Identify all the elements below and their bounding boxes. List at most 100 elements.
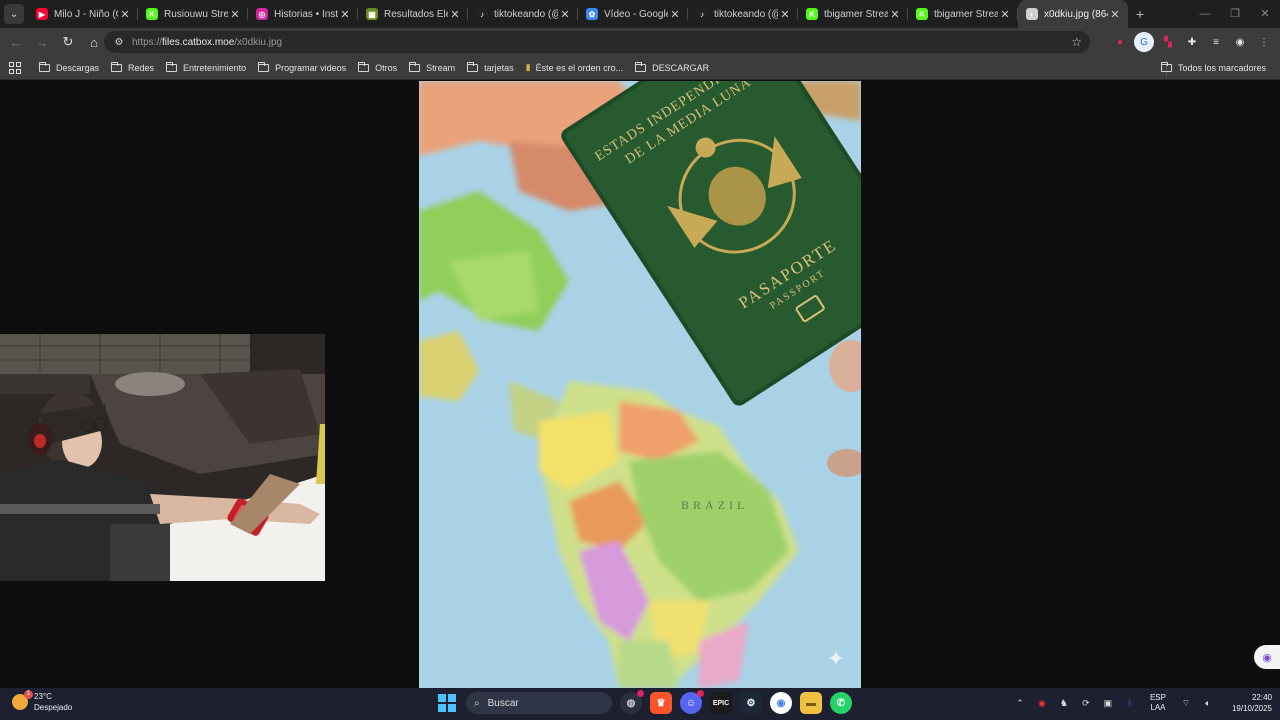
obs-icon[interactable]: ◍ xyxy=(620,690,644,714)
home-button[interactable]: ⌂ xyxy=(82,30,106,54)
tab-title: tbigamer Stream xyxy=(824,8,888,20)
minimize-button[interactable]: — xyxy=(1190,0,1220,28)
webcam-overlay xyxy=(0,334,325,581)
browser-tab[interactable]: ▶ Milo J - Niño (Offi✕ xyxy=(28,0,138,28)
tab-title: Vídeo - Google Fo xyxy=(604,8,668,20)
forward-button[interactable]: → xyxy=(30,30,54,54)
brave-icon[interactable]: ♛ xyxy=(650,692,672,714)
tab-close-icon[interactable]: ✕ xyxy=(118,8,132,21)
chrome-icon[interactable]: ◉ xyxy=(770,692,792,714)
search-icon: ⌕ xyxy=(474,697,480,709)
browser-tab[interactable]: ✿ Vídeo - Google Fo✕ xyxy=(578,0,688,28)
windows-start-icon[interactable] xyxy=(436,692,458,714)
tab-close-icon[interactable]: ✕ xyxy=(1108,8,1122,21)
tab-close-icon[interactable]: ✕ xyxy=(668,8,682,21)
profile-avatar-icon[interactable]: ◉ xyxy=(1230,32,1250,52)
tab-close-icon[interactable]: ✕ xyxy=(888,8,902,21)
arrow-left-icon: ← xyxy=(9,34,23,50)
weather-temperature: 23°C xyxy=(34,692,52,701)
address-bar[interactable]: ⚙ https://files.catbox.moe/x0dkiu.jpg ☆ xyxy=(104,31,1090,53)
browser-tab[interactable]: ♪ tiktokeando (@tik✕ xyxy=(468,0,578,28)
bookmark-label: Redes xyxy=(128,62,155,73)
url-text[interactable]: https://files.catbox.moe/x0dkiu.jpg xyxy=(132,37,282,48)
tab-close-icon[interactable]: ✕ xyxy=(338,8,352,21)
youtube-icon: ▶ xyxy=(36,8,48,20)
back-button[interactable]: ← xyxy=(4,30,28,54)
kick-icon: K xyxy=(916,8,928,20)
chevron-down-icon: ⌄ xyxy=(9,8,19,20)
tab-close-icon[interactable]: ✕ xyxy=(558,8,572,21)
browser-tab[interactable]: Ktbigamer Stream✕ xyxy=(908,0,1018,28)
bookmark-item[interactable]: DESCARGAR xyxy=(629,58,715,78)
tray-chat-icon[interactable]: ▣ xyxy=(1100,695,1116,711)
passport-map-image[interactable]: BRAZIL ESTADS INDEPENDIENTES DE LA MEDIA… xyxy=(419,81,861,688)
bookmark-label: DESCARGAR xyxy=(652,62,710,73)
close-window-button[interactable]: ✕ xyxy=(1250,0,1280,28)
bookmark-item[interactable]: Stream xyxy=(403,58,461,78)
taskbar-center: ⌕ Buscar ◍ ♛ ☺ EPIC ⚙ ◉ ▬ ✆ xyxy=(436,690,852,714)
browser-tab[interactable]: ▦ Resultados Eleccio✕ xyxy=(358,0,468,28)
extension-pixel-icon[interactable]: ▚ xyxy=(1158,32,1178,52)
tray-steam-icon[interactable]: ♞ xyxy=(1056,695,1072,711)
bookmark-item[interactable]: Descargas xyxy=(33,58,105,78)
reload-icon: ↻ xyxy=(62,34,74,49)
bookmark-star-icon[interactable]: ☆ xyxy=(1071,35,1082,49)
browser-tab[interactable]: ♪ tiktokeando (@tik✕ xyxy=(688,0,798,28)
tray-sync-icon[interactable]: ⟳ xyxy=(1078,695,1094,711)
apps-grid-icon[interactable] xyxy=(7,60,23,76)
new-tab-button[interactable]: + xyxy=(1128,6,1152,22)
language-code: ESP xyxy=(1149,693,1166,702)
tab-close-icon[interactable]: ✕ xyxy=(448,8,462,21)
language-indicator[interactable]: ESP LAA xyxy=(1150,693,1166,713)
tab-close-icon[interactable]: ✕ xyxy=(998,8,1012,21)
tray-bluetooth-icon[interactable]: ᛒ xyxy=(1122,695,1138,711)
side-panel-button[interactable]: ◉ xyxy=(1254,645,1280,669)
all-bookmarks-button[interactable]: Todos los marcadores xyxy=(1155,58,1272,78)
bookmark-item[interactable]: Entretenimiento xyxy=(160,58,252,78)
bookmark-item[interactable]: Redes xyxy=(105,58,160,78)
site-info-icon[interactable]: ⚙ xyxy=(108,37,130,48)
clock[interactable]: 22:40 19/10/2025 xyxy=(1232,692,1272,714)
weather-condition: Despejado xyxy=(34,703,73,712)
taskbar: 1 23°C Despejado ⌕ Buscar ◍ ♛ ☺ EPIC ⚙ ◉ … xyxy=(0,688,1280,720)
wifi-icon[interactable]: ⌔ xyxy=(1178,695,1194,711)
discord-icon[interactable]: ☺ xyxy=(680,690,704,714)
extensions-puzzle-icon[interactable]: ✚ xyxy=(1182,32,1202,52)
sun-icon: 1 xyxy=(12,690,33,710)
taskbar-search[interactable]: ⌕ Buscar xyxy=(466,692,612,714)
steam-icon[interactable]: ⚙ xyxy=(740,692,762,714)
bookmark-label: Entretenimiento xyxy=(183,62,247,73)
extension-red-icon[interactable]: ● xyxy=(1110,32,1130,52)
folder-icon xyxy=(39,61,50,72)
browser-tab[interactable]: Ktbigamer Stream✕ xyxy=(798,0,908,28)
whatsapp-icon[interactable]: ✆ xyxy=(830,692,852,714)
bookmark-label: Programar videos xyxy=(275,62,347,73)
bookmark-page-icon: ▮ xyxy=(525,62,531,72)
menu-kebab-icon[interactable]: ⋮ xyxy=(1254,32,1274,52)
tab-title: tiktokeando (@tik xyxy=(714,8,778,20)
tray-overflow-chevron-icon[interactable]: ⌃ xyxy=(1012,695,1028,711)
tabs: ▶Milo J - Niño (Offi✕KRusiouwu Stream✕◎H… xyxy=(28,0,1128,28)
maximize-button[interactable]: ❐ xyxy=(1220,0,1250,28)
bookmark-item[interactable]: tarjetas xyxy=(461,58,520,78)
epic-games-icon[interactable]: EPIC xyxy=(710,692,732,714)
browser-tab[interactable]: ◎ Historias • Instagr✕ xyxy=(248,0,358,28)
browser-tab[interactable]: K Rusiouwu Stream✕ xyxy=(138,0,248,28)
clock-date: 19/10/2025 xyxy=(1231,704,1272,713)
bookmark-item[interactable]: Otros xyxy=(352,58,403,78)
bookmark-item[interactable]: Programar videos xyxy=(252,58,352,78)
volume-icon[interactable]: 🔈︎ xyxy=(1200,695,1216,711)
bookmark-list: Descargas Redes Entretenimiento Programar v… xyxy=(33,58,715,78)
tray-app-icon[interactable]: ◉ xyxy=(1034,695,1050,711)
webcam-feed xyxy=(0,334,325,581)
tab-search-button[interactable]: ⌄ xyxy=(4,4,24,24)
reload-button[interactable]: ↻ xyxy=(56,30,80,54)
tab-close-icon[interactable]: ✕ xyxy=(778,8,792,21)
weather-widget[interactable]: 1 23°C Despejado xyxy=(12,690,73,713)
reading-list-icon[interactable]: ≡ xyxy=(1206,32,1226,52)
google-translate-icon[interactable]: G xyxy=(1134,32,1154,52)
bookmark-item[interactable]: ▮ Éste es el orden cro... xyxy=(520,58,630,78)
tab-close-icon[interactable]: ✕ xyxy=(228,8,242,21)
browser-tab[interactable]: ◐ x0dkiu.jpg (864×1✕ xyxy=(1018,0,1128,28)
file-explorer-icon[interactable]: ▬ xyxy=(800,692,822,714)
